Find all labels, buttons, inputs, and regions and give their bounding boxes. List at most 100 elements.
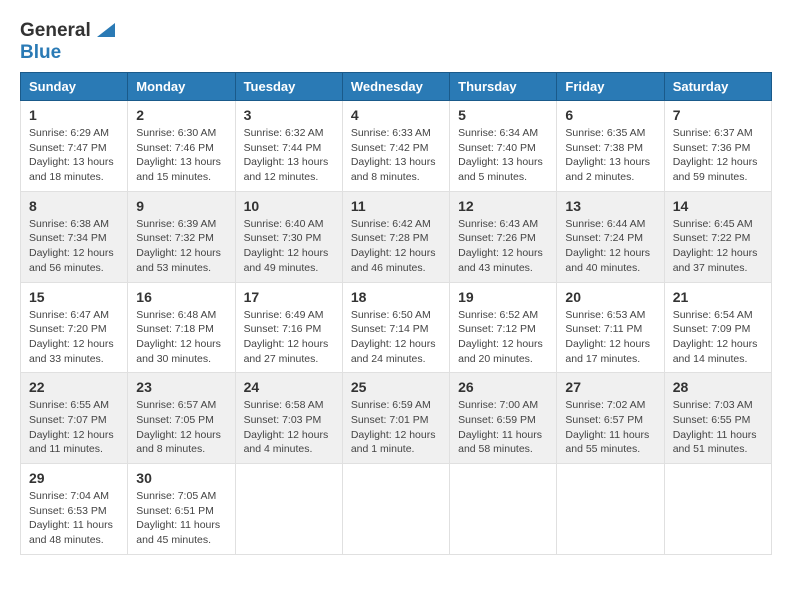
day-number: 29	[29, 470, 119, 486]
day-number: 12	[458, 198, 548, 214]
calendar-cell: 20 Sunrise: 6:53 AM Sunset: 7:11 PM Dayl…	[557, 282, 664, 373]
daylight-label: Daylight: 13 hours and 18 minutes.	[29, 156, 114, 183]
day-number: 16	[136, 289, 226, 305]
calendar-cell: 7 Sunrise: 6:37 AM Sunset: 7:36 PM Dayli…	[664, 101, 771, 192]
day-info: Sunrise: 6:54 AM Sunset: 7:09 PM Dayligh…	[673, 308, 763, 367]
calendar-cell	[664, 464, 771, 555]
calendar-table: SundayMondayTuesdayWednesdayThursdayFrid…	[20, 72, 772, 555]
sunset-label: Sunset: 7:32 PM	[136, 232, 214, 244]
day-number: 17	[244, 289, 334, 305]
sunset-label: Sunset: 7:05 PM	[136, 414, 214, 426]
sunrise-label: Sunrise: 6:53 AM	[565, 309, 645, 321]
sunset-label: Sunset: 7:01 PM	[351, 414, 429, 426]
sunset-label: Sunset: 7:03 PM	[244, 414, 322, 426]
calendar-cell: 30 Sunrise: 7:05 AM Sunset: 6:51 PM Dayl…	[128, 464, 235, 555]
daylight-label: Daylight: 12 hours and 46 minutes.	[351, 247, 436, 274]
day-number: 19	[458, 289, 548, 305]
weekday-friday: Friday	[557, 73, 664, 101]
sunset-label: Sunset: 7:36 PM	[673, 142, 751, 154]
daylight-label: Daylight: 13 hours and 12 minutes.	[244, 156, 329, 183]
weekday-wednesday: Wednesday	[342, 73, 449, 101]
weekday-tuesday: Tuesday	[235, 73, 342, 101]
day-number: 24	[244, 379, 334, 395]
sunrise-label: Sunrise: 6:42 AM	[351, 218, 431, 230]
day-number: 2	[136, 107, 226, 123]
daylight-label: Daylight: 12 hours and 40 minutes.	[565, 247, 650, 274]
day-number: 21	[673, 289, 763, 305]
calendar-week-row: 15 Sunrise: 6:47 AM Sunset: 7:20 PM Dayl…	[21, 282, 772, 373]
daylight-label: Daylight: 12 hours and 53 minutes.	[136, 247, 221, 274]
day-info: Sunrise: 7:04 AM Sunset: 6:53 PM Dayligh…	[29, 489, 119, 548]
day-number: 4	[351, 107, 441, 123]
daylight-label: Daylight: 11 hours and 58 minutes.	[458, 429, 542, 456]
sunrise-label: Sunrise: 6:59 AM	[351, 399, 431, 411]
calendar-cell: 8 Sunrise: 6:38 AM Sunset: 7:34 PM Dayli…	[21, 191, 128, 282]
day-number: 10	[244, 198, 334, 214]
sunset-label: Sunset: 7:12 PM	[458, 323, 536, 335]
weekday-thursday: Thursday	[450, 73, 557, 101]
calendar-cell	[557, 464, 664, 555]
day-info: Sunrise: 6:33 AM Sunset: 7:42 PM Dayligh…	[351, 126, 441, 185]
day-number: 28	[673, 379, 763, 395]
day-info: Sunrise: 6:45 AM Sunset: 7:22 PM Dayligh…	[673, 217, 763, 276]
calendar-week-row: 29 Sunrise: 7:04 AM Sunset: 6:53 PM Dayl…	[21, 464, 772, 555]
daylight-label: Daylight: 12 hours and 24 minutes.	[351, 338, 436, 365]
daylight-label: Daylight: 12 hours and 43 minutes.	[458, 247, 543, 274]
day-number: 27	[565, 379, 655, 395]
day-info: Sunrise: 6:47 AM Sunset: 7:20 PM Dayligh…	[29, 308, 119, 367]
day-info: Sunrise: 6:44 AM Sunset: 7:24 PM Dayligh…	[565, 217, 655, 276]
logo-blue: Blue	[20, 42, 61, 63]
daylight-label: Daylight: 12 hours and 27 minutes.	[244, 338, 329, 365]
day-number: 6	[565, 107, 655, 123]
calendar-cell: 22 Sunrise: 6:55 AM Sunset: 7:07 PM Dayl…	[21, 373, 128, 464]
calendar-cell: 15 Sunrise: 6:47 AM Sunset: 7:20 PM Dayl…	[21, 282, 128, 373]
day-info: Sunrise: 6:58 AM Sunset: 7:03 PM Dayligh…	[244, 398, 334, 457]
day-number: 1	[29, 107, 119, 123]
calendar-cell: 29 Sunrise: 7:04 AM Sunset: 6:53 PM Dayl…	[21, 464, 128, 555]
sunrise-label: Sunrise: 6:34 AM	[458, 127, 538, 139]
sunset-label: Sunset: 7:40 PM	[458, 142, 536, 154]
daylight-label: Daylight: 12 hours and 11 minutes.	[29, 429, 114, 456]
day-info: Sunrise: 7:02 AM Sunset: 6:57 PM Dayligh…	[565, 398, 655, 457]
day-info: Sunrise: 6:50 AM Sunset: 7:14 PM Dayligh…	[351, 308, 441, 367]
day-info: Sunrise: 6:29 AM Sunset: 7:47 PM Dayligh…	[29, 126, 119, 185]
sunset-label: Sunset: 7:16 PM	[244, 323, 322, 335]
calendar-cell: 21 Sunrise: 6:54 AM Sunset: 7:09 PM Dayl…	[664, 282, 771, 373]
sunset-label: Sunset: 6:59 PM	[458, 414, 536, 426]
day-info: Sunrise: 6:49 AM Sunset: 7:16 PM Dayligh…	[244, 308, 334, 367]
daylight-label: Daylight: 12 hours and 37 minutes.	[673, 247, 758, 274]
sunset-label: Sunset: 6:51 PM	[136, 505, 214, 517]
calendar-cell: 4 Sunrise: 6:33 AM Sunset: 7:42 PM Dayli…	[342, 101, 449, 192]
daylight-label: Daylight: 12 hours and 4 minutes.	[244, 429, 329, 456]
sunrise-label: Sunrise: 6:52 AM	[458, 309, 538, 321]
calendar-cell: 6 Sunrise: 6:35 AM Sunset: 7:38 PM Dayli…	[557, 101, 664, 192]
sunrise-label: Sunrise: 6:49 AM	[244, 309, 324, 321]
day-number: 30	[136, 470, 226, 486]
sunrise-label: Sunrise: 6:58 AM	[244, 399, 324, 411]
sunset-label: Sunset: 7:34 PM	[29, 232, 107, 244]
day-number: 9	[136, 198, 226, 214]
daylight-label: Daylight: 11 hours and 55 minutes.	[565, 429, 649, 456]
sunset-label: Sunset: 7:20 PM	[29, 323, 107, 335]
sunrise-label: Sunrise: 7:00 AM	[458, 399, 538, 411]
day-info: Sunrise: 6:48 AM Sunset: 7:18 PM Dayligh…	[136, 308, 226, 367]
calendar-cell	[450, 464, 557, 555]
daylight-label: Daylight: 13 hours and 8 minutes.	[351, 156, 436, 183]
daylight-label: Daylight: 13 hours and 5 minutes.	[458, 156, 543, 183]
calendar-cell: 11 Sunrise: 6:42 AM Sunset: 7:28 PM Dayl…	[342, 191, 449, 282]
calendar-week-row: 1 Sunrise: 6:29 AM Sunset: 7:47 PM Dayli…	[21, 101, 772, 192]
sunrise-label: Sunrise: 6:33 AM	[351, 127, 431, 139]
daylight-label: Daylight: 13 hours and 15 minutes.	[136, 156, 221, 183]
calendar-week-row: 8 Sunrise: 6:38 AM Sunset: 7:34 PM Dayli…	[21, 191, 772, 282]
calendar-body: 1 Sunrise: 6:29 AM Sunset: 7:47 PM Dayli…	[21, 101, 772, 555]
calendar-cell	[342, 464, 449, 555]
sunrise-label: Sunrise: 7:04 AM	[29, 490, 109, 502]
sunset-label: Sunset: 7:11 PM	[565, 323, 642, 335]
sunrise-label: Sunrise: 6:39 AM	[136, 218, 216, 230]
sunrise-label: Sunrise: 6:35 AM	[565, 127, 645, 139]
day-info: Sunrise: 6:43 AM Sunset: 7:26 PM Dayligh…	[458, 217, 548, 276]
sunset-label: Sunset: 7:47 PM	[29, 142, 107, 154]
daylight-label: Daylight: 11 hours and 51 minutes.	[673, 429, 757, 456]
daylight-label: Daylight: 11 hours and 45 minutes.	[136, 519, 220, 546]
sunrise-label: Sunrise: 6:40 AM	[244, 218, 324, 230]
